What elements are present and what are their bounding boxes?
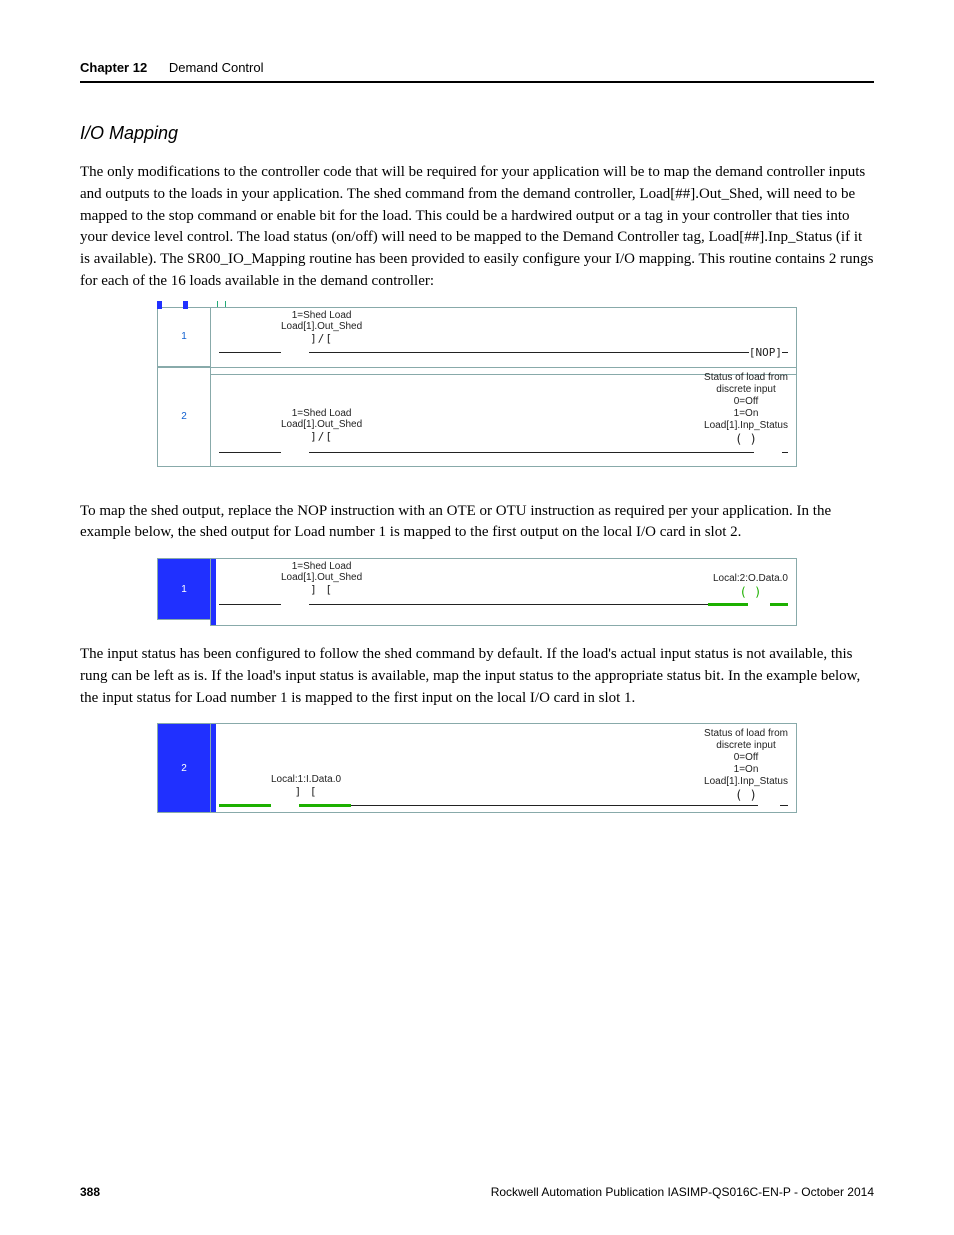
- status-line: 0=Off: [734, 396, 759, 408]
- rung-tag: Load[1].Out_Shed: [281, 572, 362, 583]
- xio-contact-icon: [308, 430, 336, 443]
- running-header: Chapter 12 Demand Control: [80, 60, 874, 83]
- rung: 1 1=Shed Load Load[1].Out_Shed Local:2:O…: [157, 558, 797, 620]
- ladder-figure-2: 1 1=Shed Load Load[1].Out_Shed Local:2:O…: [157, 558, 797, 620]
- chapter-title: Demand Control: [169, 60, 264, 75]
- paragraph-2: To map the shed output, replace the NOP …: [80, 501, 874, 545]
- rung-tag: Local:1:I.Data.0: [271, 774, 341, 785]
- rung-number-selected: 1: [157, 558, 210, 620]
- rung-body: Status of load from discrete input 0=Off…: [210, 367, 797, 467]
- rung-body: 1=Shed Load Load[1].Out_Shed [NOP]: [210, 307, 797, 375]
- rung: 2 Status of load from discrete input 0=O…: [157, 723, 797, 813]
- rung-comment: 1=Shed Load: [292, 408, 352, 419]
- publication-id: Rockwell Automation Publication IASIMP-Q…: [491, 1185, 874, 1199]
- status-line: 1=On: [734, 764, 759, 776]
- nop-instruction: [NOP]: [749, 346, 782, 359]
- rung-body: Status of load from discrete input 0=Off…: [210, 723, 797, 813]
- rung-body: 1=Shed Load Load[1].Out_Shed Local:2:O.D…: [210, 558, 797, 626]
- status-line: 1=On: [734, 408, 759, 420]
- power-rail-icon: [211, 559, 216, 625]
- paragraph-1: The only modifications to the controller…: [80, 162, 874, 293]
- ladder-figure-3: 2 Status of load from discrete input 0=O…: [157, 723, 797, 813]
- section-heading: I/O Mapping: [80, 123, 874, 144]
- ladder-figure-1: 1 1=Shed Load Load[1].Out_Shed [NOP] 2: [157, 307, 797, 477]
- output-tag: Load[1].Inp_Status: [704, 420, 788, 432]
- rung-number-selected: 2: [157, 723, 210, 813]
- status-line: Status of load from: [704, 372, 788, 384]
- rung-tag: Load[1].Out_Shed: [281, 419, 362, 430]
- output-tag: Load[1].Inp_Status: [704, 776, 788, 788]
- rung-comment: 1=Shed Load: [292, 310, 352, 321]
- rung-2: 2 Status of load from discrete input 0=O…: [157, 367, 797, 467]
- rung-1: 1 1=Shed Load Load[1].Out_Shed [NOP]: [157, 307, 797, 367]
- output-tag: Local:2:O.Data.0: [713, 573, 788, 585]
- status-line: 0=Off: [734, 752, 759, 764]
- status-line: Status of load from: [704, 728, 788, 740]
- status-line: discrete input: [716, 740, 775, 752]
- page-number: 388: [80, 1185, 100, 1199]
- status-line: discrete input: [716, 384, 775, 396]
- rung-number: 2: [157, 367, 210, 467]
- rung-tag: Load[1].Out_Shed: [281, 321, 362, 332]
- paragraph-3: The input status has been configured to …: [80, 644, 874, 709]
- power-rail-icon: [211, 724, 216, 812]
- rung-comment: 1=Shed Load: [292, 561, 352, 572]
- chapter-label: Chapter 12: [80, 60, 147, 75]
- rung-number: 1: [157, 307, 210, 367]
- page-footer: 388 Rockwell Automation Publication IASI…: [80, 1185, 874, 1199]
- page: Chapter 12 Demand Control I/O Mapping Th…: [0, 0, 954, 1235]
